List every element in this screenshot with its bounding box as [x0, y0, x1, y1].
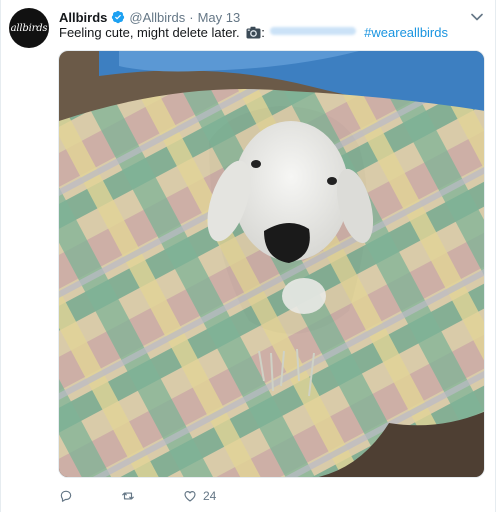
redacted-mention	[269, 27, 356, 35]
verified-badge-icon	[112, 10, 125, 24]
user-handle[interactable]: @Allbirds	[129, 10, 185, 25]
hashtag-link[interactable]: #weareallbirds	[364, 25, 448, 40]
like-count: 24	[203, 489, 217, 503]
tweet-date[interactable]: May 13	[198, 10, 241, 25]
display-name[interactable]: Allbirds	[59, 10, 107, 25]
header-separator: ·	[189, 9, 194, 25]
tweet-photo[interactable]	[58, 50, 485, 478]
avatar[interactable]: allbirds	[9, 8, 49, 48]
tweet-actions: 24	[59, 486, 264, 506]
chevron-down-icon[interactable]	[471, 12, 483, 22]
lamb-in-blanket-photo	[59, 51, 484, 477]
heart-icon	[184, 491, 196, 502]
tweet-card[interactable]: allbirds Allbirds @Allbirds · May 13 Fee…	[0, 0, 496, 512]
reply-button[interactable]	[59, 489, 73, 503]
tweet-text-main: Feeling cute, might delete later.	[59, 25, 240, 40]
retweet-button[interactable]	[121, 489, 135, 503]
avatar-logo-text: allbirds	[10, 22, 48, 34]
tweet-text-colon: :	[261, 25, 265, 40]
reply-icon	[60, 490, 72, 502]
like-button[interactable]: 24	[183, 489, 216, 503]
retweet-icon	[122, 492, 134, 500]
tweet-text: Feeling cute, might delete later. : #wea…	[59, 24, 448, 42]
camera-emoji-icon	[246, 26, 261, 39]
